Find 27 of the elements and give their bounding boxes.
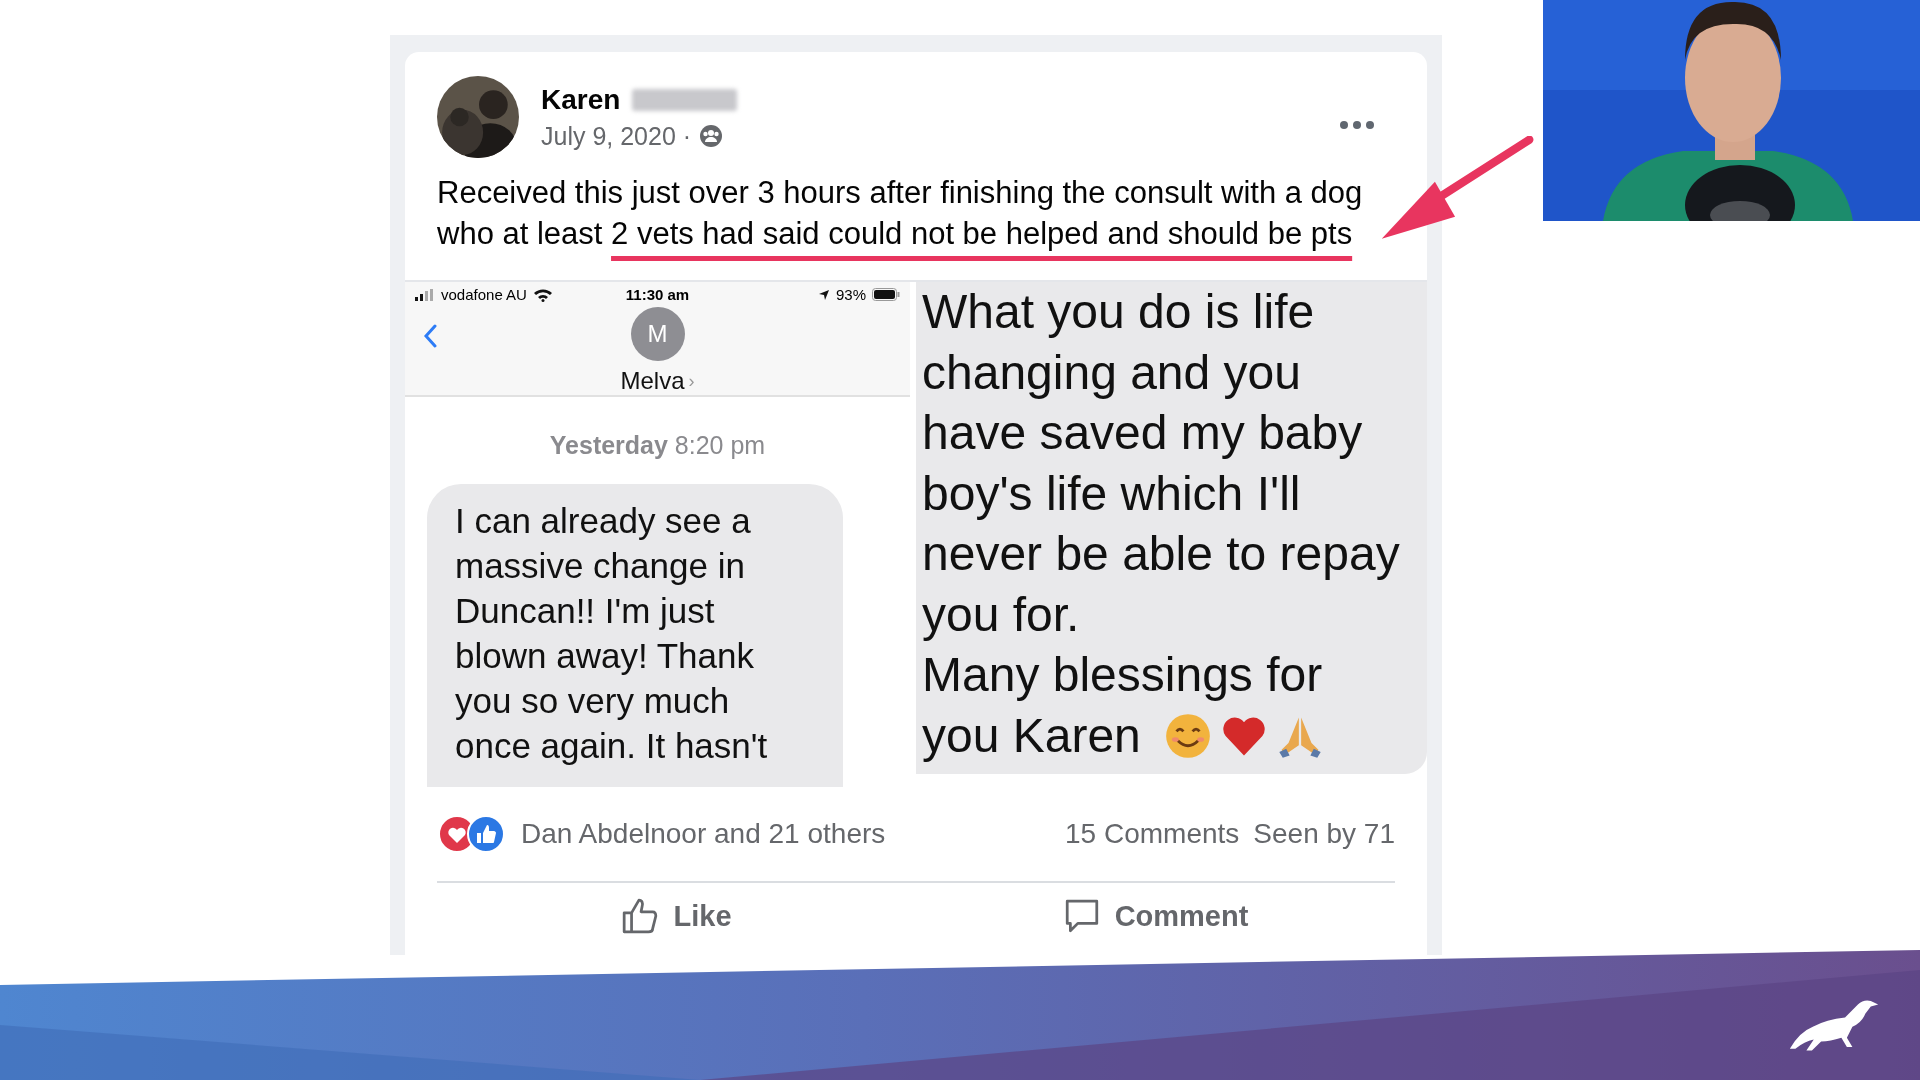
- comments-count[interactable]: 15 Comments: [1065, 818, 1240, 850]
- battery-percent: 93%: [835, 286, 866, 303]
- more-icon[interactable]: [1339, 120, 1375, 130]
- battery-icon: [872, 288, 900, 301]
- like-button[interactable]: Like: [437, 883, 916, 949]
- wifi-icon: [532, 287, 553, 302]
- chevron-icon: ›: [688, 370, 695, 392]
- carrier-name: vodafone AU: [441, 286, 527, 303]
- message-text: you Karen: [922, 707, 1141, 764]
- group-icon: [699, 124, 724, 148]
- contact-name[interactable]: Melva: [620, 367, 685, 395]
- author-name[interactable]: Karen: [541, 83, 621, 116]
- post-date[interactable]: July 9, 2020 ·: [541, 121, 692, 151]
- smiley-icon: [1164, 712, 1211, 759]
- post-text-line: who at least 2 vets had said could not be helped and should be pts: [437, 215, 1354, 253]
- contact-avatar[interactable]: M: [630, 307, 685, 361]
- comment-button[interactable]: Comment: [916, 883, 1395, 949]
- reactions-summary[interactable]: Dan Abdelnoor and 21 others: [521, 818, 886, 850]
- signal-icon: [415, 288, 435, 301]
- seen-count[interactable]: Seen by 71: [1253, 818, 1395, 850]
- location-icon: [817, 288, 830, 301]
- back-icon[interactable]: [423, 323, 437, 349]
- message-text: I can already see a massive change in Duncan!! I'm just blown away! Thank you so very much once again. It hasn't: [455, 500, 769, 767]
- post-text-line: Received this just over 3 hours after finishing the consult with a dog: [437, 174, 1364, 212]
- message-timestamp: Yesterday 8:20 pm: [548, 431, 767, 460]
- thumbs-up-icon: [621, 897, 660, 935]
- status-time: 11:30 am: [625, 286, 690, 303]
